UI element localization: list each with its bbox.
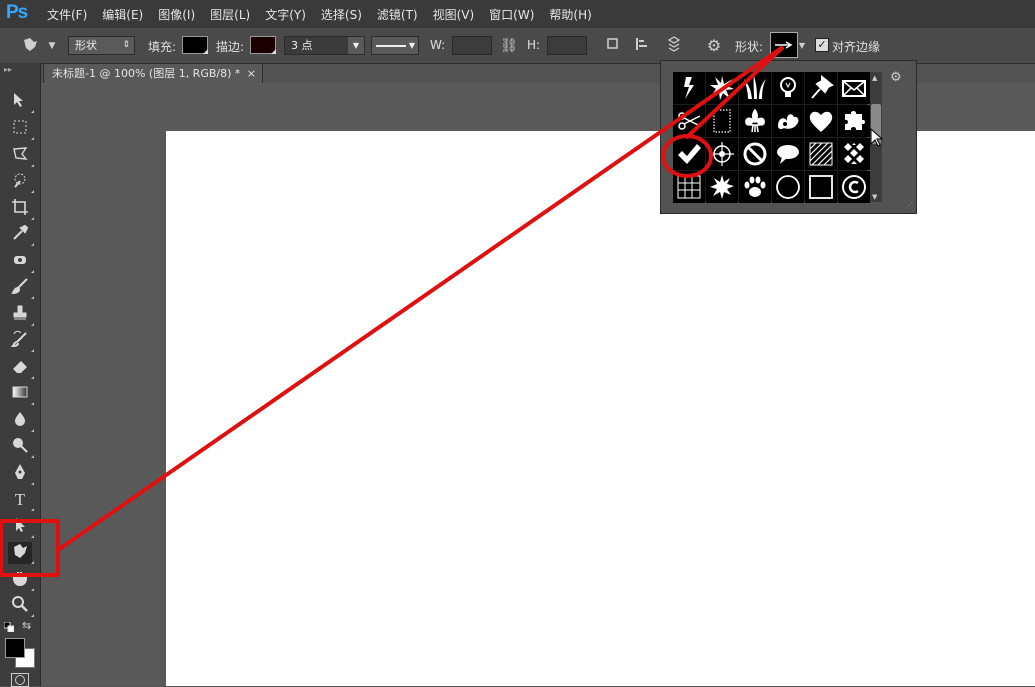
checkmark-highlight-circle (661, 134, 713, 178)
pointer-line-to-shape (56, 45, 785, 552)
annotation-overlay (0, 45, 785, 577)
toolbox-highlight-box (0, 519, 60, 577)
pointer-line-to-checkmark (684, 45, 785, 140)
